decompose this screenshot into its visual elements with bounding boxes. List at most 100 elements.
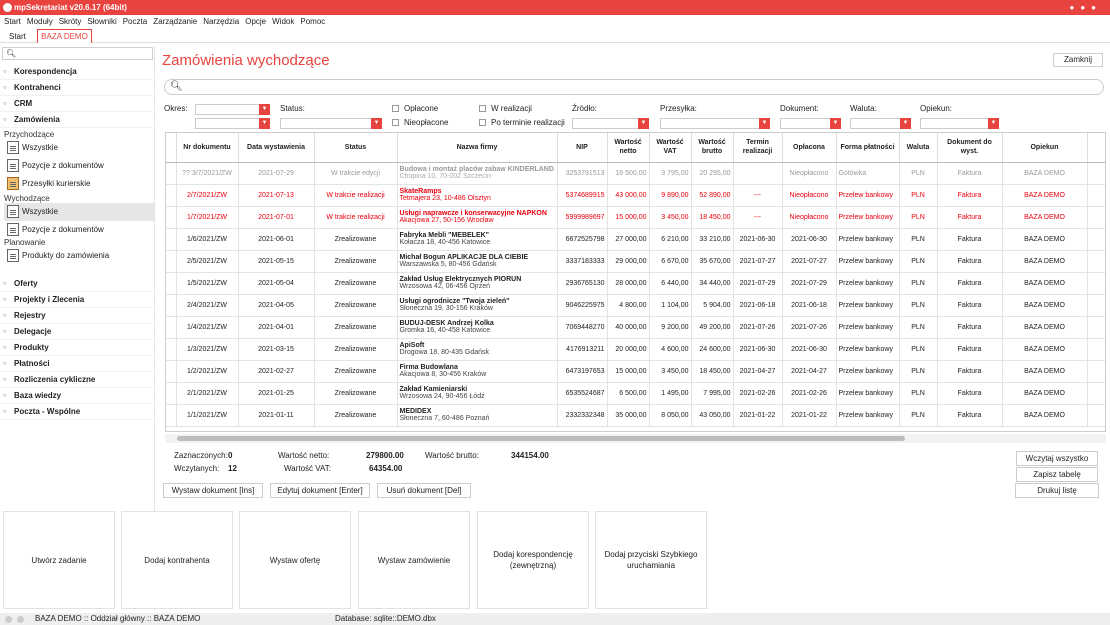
sidebar-section-oferty[interactable]: Oferty bbox=[0, 276, 155, 292]
column-header[interactable]: NIP bbox=[557, 133, 608, 163]
delete-document-button[interactable]: Usuń dokument [Del] bbox=[377, 483, 471, 498]
column-header[interactable]: Wartość netto bbox=[607, 133, 650, 163]
tab-start[interactable]: Start bbox=[6, 30, 29, 43]
new-document-button[interactable]: Wystaw dokument [Ins] bbox=[163, 483, 263, 498]
tile-add-contractor[interactable]: Dodaj kontrahenta bbox=[121, 511, 233, 609]
nieoplacone-checkbox[interactable] bbox=[392, 119, 399, 126]
search-input[interactable]: 🔍︎ bbox=[164, 79, 1104, 95]
menu-item[interactable]: Widok bbox=[272, 17, 294, 26]
sidebar-section-projekty[interactable]: Projekty i Zlecenia bbox=[0, 292, 155, 308]
save-table-button[interactable]: Zapisz tabelę bbox=[1016, 467, 1098, 482]
okres-to-select[interactable]: ▼ bbox=[195, 118, 270, 129]
opiekun-select[interactable]: ▼ bbox=[920, 118, 999, 129]
column-header[interactable]: Termin realizacji bbox=[733, 133, 783, 163]
sidebar-section-zamowienia[interactable]: Zamówienia bbox=[0, 112, 155, 128]
row-selector[interactable] bbox=[166, 162, 177, 185]
przesylka-select[interactable]: ▼ bbox=[660, 118, 770, 129]
sidebar-section-poczta-wspolne[interactable]: Poczta - Wspólne bbox=[0, 404, 155, 420]
row-selector[interactable] bbox=[166, 404, 177, 427]
row-selector[interactable] bbox=[166, 250, 177, 273]
sidebar-section-rozliczenia[interactable]: Rozliczenia cykliczne bbox=[0, 372, 155, 388]
row-selector[interactable] bbox=[166, 184, 177, 207]
sidebar-section-delegacje[interactable]: Delegacje bbox=[0, 324, 155, 340]
edit-document-button[interactable]: Edytuj dokument [Enter] bbox=[270, 483, 370, 498]
table-row[interactable]: 1/5/2021/ZW 2021-05-04 Zrealizowane Zakład … bbox=[166, 272, 1105, 295]
menu-item[interactable]: Zarządzanie bbox=[153, 17, 197, 26]
sidebar-item-przesylki[interactable]: Przesyłki kurierskie bbox=[4, 175, 154, 193]
dokument-select[interactable]: ▼ bbox=[780, 118, 841, 129]
table-row[interactable]: 1/1/2021/ZW 2021-01-11 Zrealizowane MEDIDEX… bbox=[166, 404, 1105, 427]
table-row[interactable]: 1/3/2021/ZW 2021-03-15 Zrealizowane ApiSoft… bbox=[166, 338, 1105, 361]
tile-create-order[interactable]: Wystaw zamówienie bbox=[358, 511, 470, 609]
column-header[interactable]: Dokument do wyst. bbox=[937, 133, 1003, 163]
sidebar-item-przych-wszystkie[interactable]: Wszystkie bbox=[4, 139, 154, 157]
sidebar-section-crm[interactable]: CRM bbox=[0, 96, 155, 112]
column-header[interactable]: Forma płatności bbox=[836, 133, 900, 163]
menu-item[interactable]: Narzędzia bbox=[203, 17, 239, 26]
sidebar-section-baza-wiedzy[interactable]: Baza wiedzy bbox=[0, 388, 155, 404]
sidebar-section-kontrahenci[interactable]: Kontrahenci bbox=[0, 80, 155, 96]
menu-item[interactable]: Start bbox=[4, 17, 21, 26]
tile-create-task[interactable]: Utwórz zadanie bbox=[3, 511, 115, 609]
tile-add-correspondence[interactable]: Dodaj korespondencję (zewnętrzną) bbox=[477, 511, 589, 609]
sidebar-item-wych-wszystkie[interactable]: Wszystkie bbox=[4, 203, 154, 221]
menu-item[interactable]: Moduły bbox=[27, 17, 53, 26]
load-all-button[interactable]: Wczytaj wszystko bbox=[1016, 451, 1098, 466]
scrollbar-thumb[interactable] bbox=[177, 436, 905, 441]
close-button[interactable]: Zamknij bbox=[1053, 53, 1103, 67]
table-row[interactable]: 1/2/2021/ZW 2021-02-27 Zrealizowane Firma B… bbox=[166, 360, 1105, 383]
w-realizacji-checkbox[interactable] bbox=[479, 105, 486, 112]
okres-from-select[interactable]: ▼ bbox=[195, 104, 270, 115]
column-header[interactable]: Wartość VAT bbox=[649, 133, 692, 163]
column-header[interactable]: Data wystawienia bbox=[238, 133, 315, 163]
menu-item[interactable]: Pomoc bbox=[300, 17, 325, 26]
cell-termin: 2021-06-30 bbox=[733, 228, 783, 251]
sidebar-section-platnosci[interactable]: Płatności bbox=[0, 356, 155, 372]
sidebar-section-rejestry[interactable]: Rejestry bbox=[0, 308, 155, 324]
tile-create-offer[interactable]: Wystaw ofertę bbox=[239, 511, 351, 609]
menu-item[interactable]: Poczta bbox=[123, 17, 147, 26]
status-select[interactable]: ▼ bbox=[280, 118, 382, 129]
column-header[interactable]: Wartość brutto bbox=[691, 133, 734, 163]
row-selector[interactable] bbox=[166, 206, 177, 229]
row-selector[interactable] bbox=[166, 338, 177, 361]
sidebar-item-przych-pozycje[interactable]: Pozycje z dokumentów bbox=[4, 157, 154, 175]
print-list-button[interactable]: Drukuj listę bbox=[1015, 483, 1099, 498]
tile-add-quick-buttons[interactable]: Dodaj przyciski Szybkiego uruchamiania bbox=[595, 511, 707, 609]
sidebar-section-produkty[interactable]: Produkty bbox=[0, 340, 155, 356]
waluta-select[interactable]: ▼ bbox=[850, 118, 911, 129]
row-selector[interactable] bbox=[166, 228, 177, 251]
table-row[interactable]: 1/4/2021/ZW 2021-04-01 Zrealizowane BUDUJ-D… bbox=[166, 316, 1105, 339]
table-row[interactable]: ?? 3/7/2021/ZW 2021-07-29 W trakcie edycji… bbox=[166, 162, 1105, 185]
column-header[interactable]: Waluta bbox=[899, 133, 938, 163]
column-header[interactable]: Nr dokumentu bbox=[176, 133, 239, 163]
tab-baza-demo[interactable]: BAZA DEMO bbox=[37, 29, 92, 43]
column-header[interactable]: Nazwa firmy bbox=[397, 133, 558, 163]
horizontal-scrollbar[interactable] bbox=[165, 434, 1106, 443]
row-selector[interactable] bbox=[166, 272, 177, 295]
column-header[interactable]: Opłacona bbox=[782, 133, 837, 163]
table-row[interactable]: 2/7/2021/ZW 2021-07-13 W trakcie realizacj… bbox=[166, 184, 1105, 207]
po-terminie-checkbox[interactable] bbox=[479, 119, 486, 126]
table-row[interactable]: 2/1/2021/ZW 2021-01-25 Zrealizowane Zakład … bbox=[166, 382, 1105, 405]
sidebar-item-produkty-do-zamowienia[interactable]: Produkty do zamówienia bbox=[4, 247, 154, 265]
window-controls[interactable]: ●●● bbox=[1070, 0, 1103, 15]
sidebar-section-korespondencja[interactable]: Korespondencja bbox=[0, 64, 155, 80]
table-row[interactable]: 1/6/2021/ZW 2021-06-01 Zrealizowane Fabryka… bbox=[166, 228, 1105, 251]
row-selector[interactable] bbox=[166, 294, 177, 317]
row-selector[interactable] bbox=[166, 382, 177, 405]
table-row[interactable]: 1/7/2021/ZW 2021-07-01 W trakcie realizacj… bbox=[166, 206, 1105, 229]
column-header[interactable]: Opiekun bbox=[1002, 133, 1088, 163]
menu-item[interactable]: Opcje bbox=[245, 17, 266, 26]
sidebar-item-wych-pozycje[interactable]: Pozycje z dokumentów bbox=[4, 221, 154, 239]
row-selector[interactable] bbox=[166, 360, 177, 383]
zrodlo-select[interactable]: ▼ bbox=[572, 118, 649, 129]
menu-item[interactable]: Skróty bbox=[59, 17, 82, 26]
table-row[interactable]: 2/5/2021/ZW 2021-05-15 Zrealizowane Michał … bbox=[166, 250, 1105, 273]
sidebar-search-input[interactable]: 🔍︎ bbox=[2, 47, 153, 60]
column-header[interactable]: Status bbox=[314, 133, 398, 163]
row-selector[interactable] bbox=[166, 316, 177, 339]
oplacone-checkbox[interactable] bbox=[392, 105, 399, 112]
menu-item[interactable]: Słowniki bbox=[87, 17, 116, 26]
table-row[interactable]: 2/4/2021/ZW 2021-04-05 Zrealizowane Usługi … bbox=[166, 294, 1105, 317]
